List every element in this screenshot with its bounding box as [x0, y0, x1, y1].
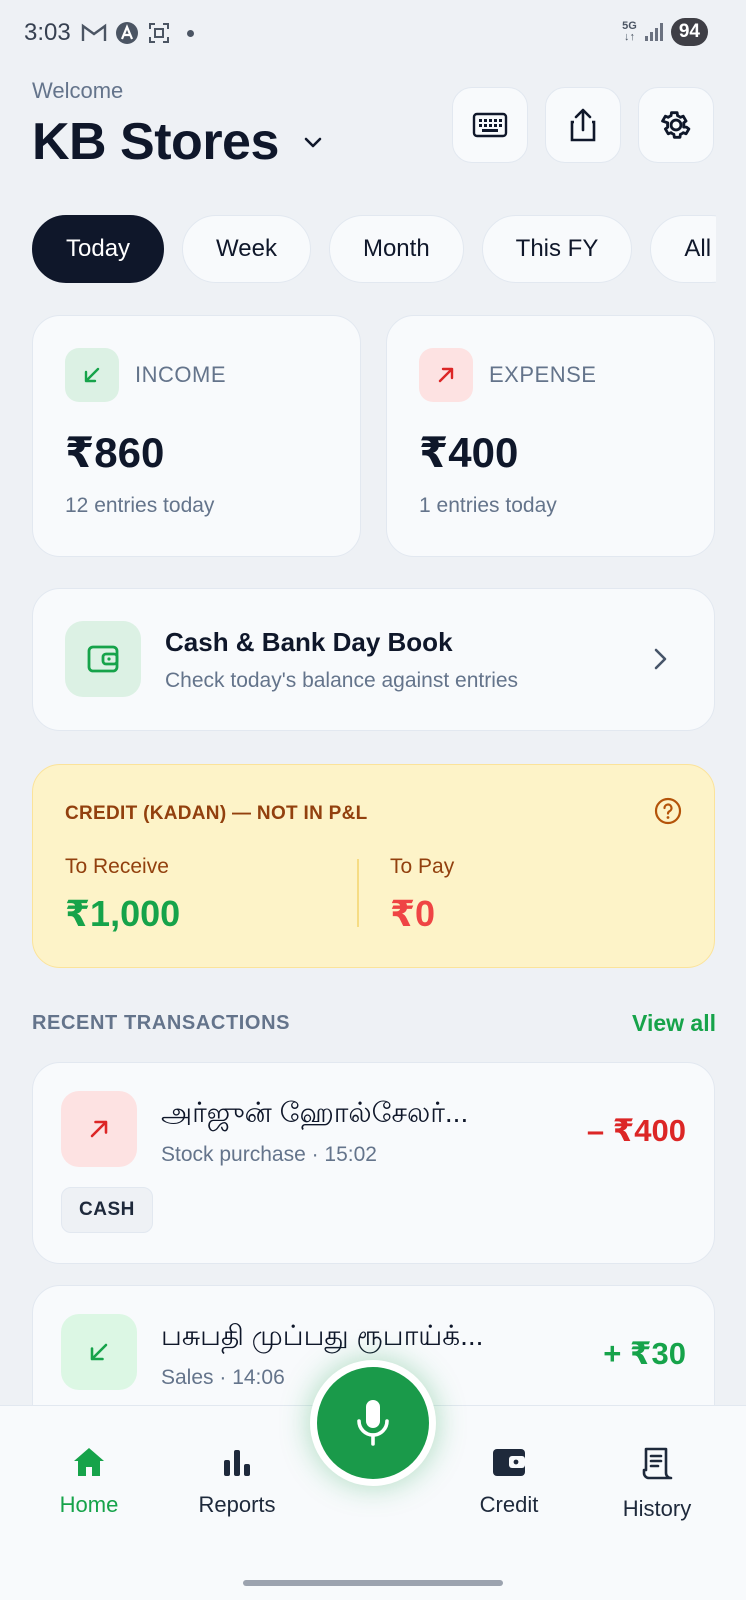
- receipt-icon: [642, 1447, 673, 1480]
- transaction-title: பசுபதி முப்பது ரூபாய்க்...: [161, 1320, 484, 1351]
- battery-icon: 94: [670, 18, 708, 46]
- more-notifications-dot: [186, 29, 194, 37]
- income-label: INCOME: [135, 362, 226, 387]
- share-icon: [570, 108, 596, 142]
- filter-today[interactable]: Today: [32, 215, 165, 283]
- gear-icon: [661, 111, 691, 139]
- nav-reports[interactable]: Reports: [167, 1446, 307, 1518]
- gmail-icon: [81, 23, 106, 41]
- credit-summary-card[interactable]: CREDIT (KADAN) — NOT IN P&L To Receive ₹…: [32, 764, 715, 968]
- nav-reports-label: Reports: [198, 1492, 276, 1517]
- to-receive-value: ₹1,000: [65, 893, 181, 934]
- nav-credit-label: Credit: [479, 1492, 539, 1517]
- income-card[interactable]: INCOME ₹860 12 entries today: [32, 315, 361, 557]
- to-receive-label: To Receive: [65, 855, 169, 878]
- settings-button[interactable]: [638, 87, 714, 163]
- home-indicator[interactable]: [243, 1580, 503, 1586]
- mic-button-core: [317, 1367, 429, 1479]
- notification-icons: [81, 21, 194, 45]
- payment-mode-badge: CASH: [61, 1187, 153, 1233]
- transaction-title: அர்ஜுன் ஹோல்சேலர்...: [161, 1097, 469, 1128]
- status-bar: 3:03 5G ↓↑ 94: [0, 0, 746, 66]
- nav-home-label: Home: [59, 1492, 119, 1517]
- app-a-icon: [115, 22, 138, 44]
- store-name: KB Stores: [32, 113, 279, 171]
- credit-title: CREDIT (KADAN) — NOT IN P&L: [65, 803, 368, 824]
- voice-entry-button[interactable]: [310, 1360, 436, 1486]
- transaction-meta: Stock purchase · 15:02: [161, 1143, 377, 1166]
- signal-icon: [644, 23, 663, 41]
- to-receive: To Receive ₹1,000: [65, 855, 180, 935]
- screenshot-icon: [148, 23, 169, 43]
- income-arrow-icon: [65, 348, 119, 402]
- store-selector[interactable]: KB Stores: [32, 112, 325, 172]
- microphone-icon: [357, 1400, 389, 1446]
- share-button[interactable]: [545, 87, 621, 163]
- wallet-icon: [493, 1449, 525, 1476]
- to-pay: To Pay ₹0: [390, 855, 454, 935]
- income-entries: 12 entries today: [65, 494, 215, 517]
- transaction-item[interactable]: அர்ஜுன் ஹோல்சேலர்... Stock purchase · 15…: [32, 1062, 715, 1264]
- expense-arrow-icon: [419, 348, 473, 402]
- expense-label: EXPENSE: [489, 362, 597, 387]
- to-pay-label: To Pay: [390, 855, 455, 878]
- expense-arrow-icon: [61, 1091, 137, 1167]
- day-book-title: Cash & Bank Day Book: [165, 627, 453, 657]
- nav-home[interactable]: Home: [19, 1446, 159, 1518]
- chevron-right-icon: [654, 648, 667, 670]
- divider: [357, 859, 359, 927]
- network-icon: 5G ↓↑: [622, 20, 637, 43]
- day-book-card[interactable]: Cash & Bank Day Book Check today's balan…: [32, 588, 715, 731]
- keyboard-button[interactable]: [452, 87, 528, 163]
- filter-this-fy[interactable]: This FY: [481, 215, 633, 283]
- keyboard-icon: [472, 112, 508, 138]
- wallet-icon: [65, 621, 141, 697]
- system-indicators: 5G ↓↑ 94: [622, 18, 708, 46]
- period-filter: Today Week Month This FY All: [32, 215, 716, 283]
- expense-card[interactable]: EXPENSE ₹400 1 entries today: [386, 315, 715, 557]
- home-icon: [74, 1448, 104, 1476]
- income-amount: ₹860: [65, 429, 165, 476]
- welcome-text: Welcome: [32, 78, 124, 103]
- expense-amount: ₹400: [419, 429, 519, 476]
- help-icon[interactable]: [654, 797, 682, 825]
- nav-history-label: History: [622, 1496, 692, 1521]
- bar-chart-icon: [224, 1450, 250, 1476]
- expense-entries: 1 entries today: [419, 494, 557, 517]
- chevron-down-icon: [304, 137, 322, 148]
- filter-all[interactable]: All: [650, 215, 716, 283]
- transaction-amount: + ₹30: [603, 1336, 686, 1371]
- recent-transactions-title: RECENT TRANSACTIONS: [32, 1012, 291, 1034]
- filter-week[interactable]: Week: [182, 215, 311, 283]
- nav-history[interactable]: History: [587, 1446, 727, 1522]
- day-book-subtitle: Check today's balance against entries: [165, 669, 519, 692]
- nav-credit[interactable]: Credit: [439, 1446, 579, 1518]
- income-arrow-icon: [61, 1314, 137, 1390]
- to-pay-value: ₹0: [390, 893, 436, 934]
- transaction-amount: – ₹400: [586, 1113, 686, 1148]
- view-all-link[interactable]: View all: [632, 1010, 716, 1037]
- status-time: 3:03: [24, 19, 71, 46]
- transaction-meta: Sales · 14:06: [161, 1366, 285, 1389]
- filter-month[interactable]: Month: [328, 215, 464, 283]
